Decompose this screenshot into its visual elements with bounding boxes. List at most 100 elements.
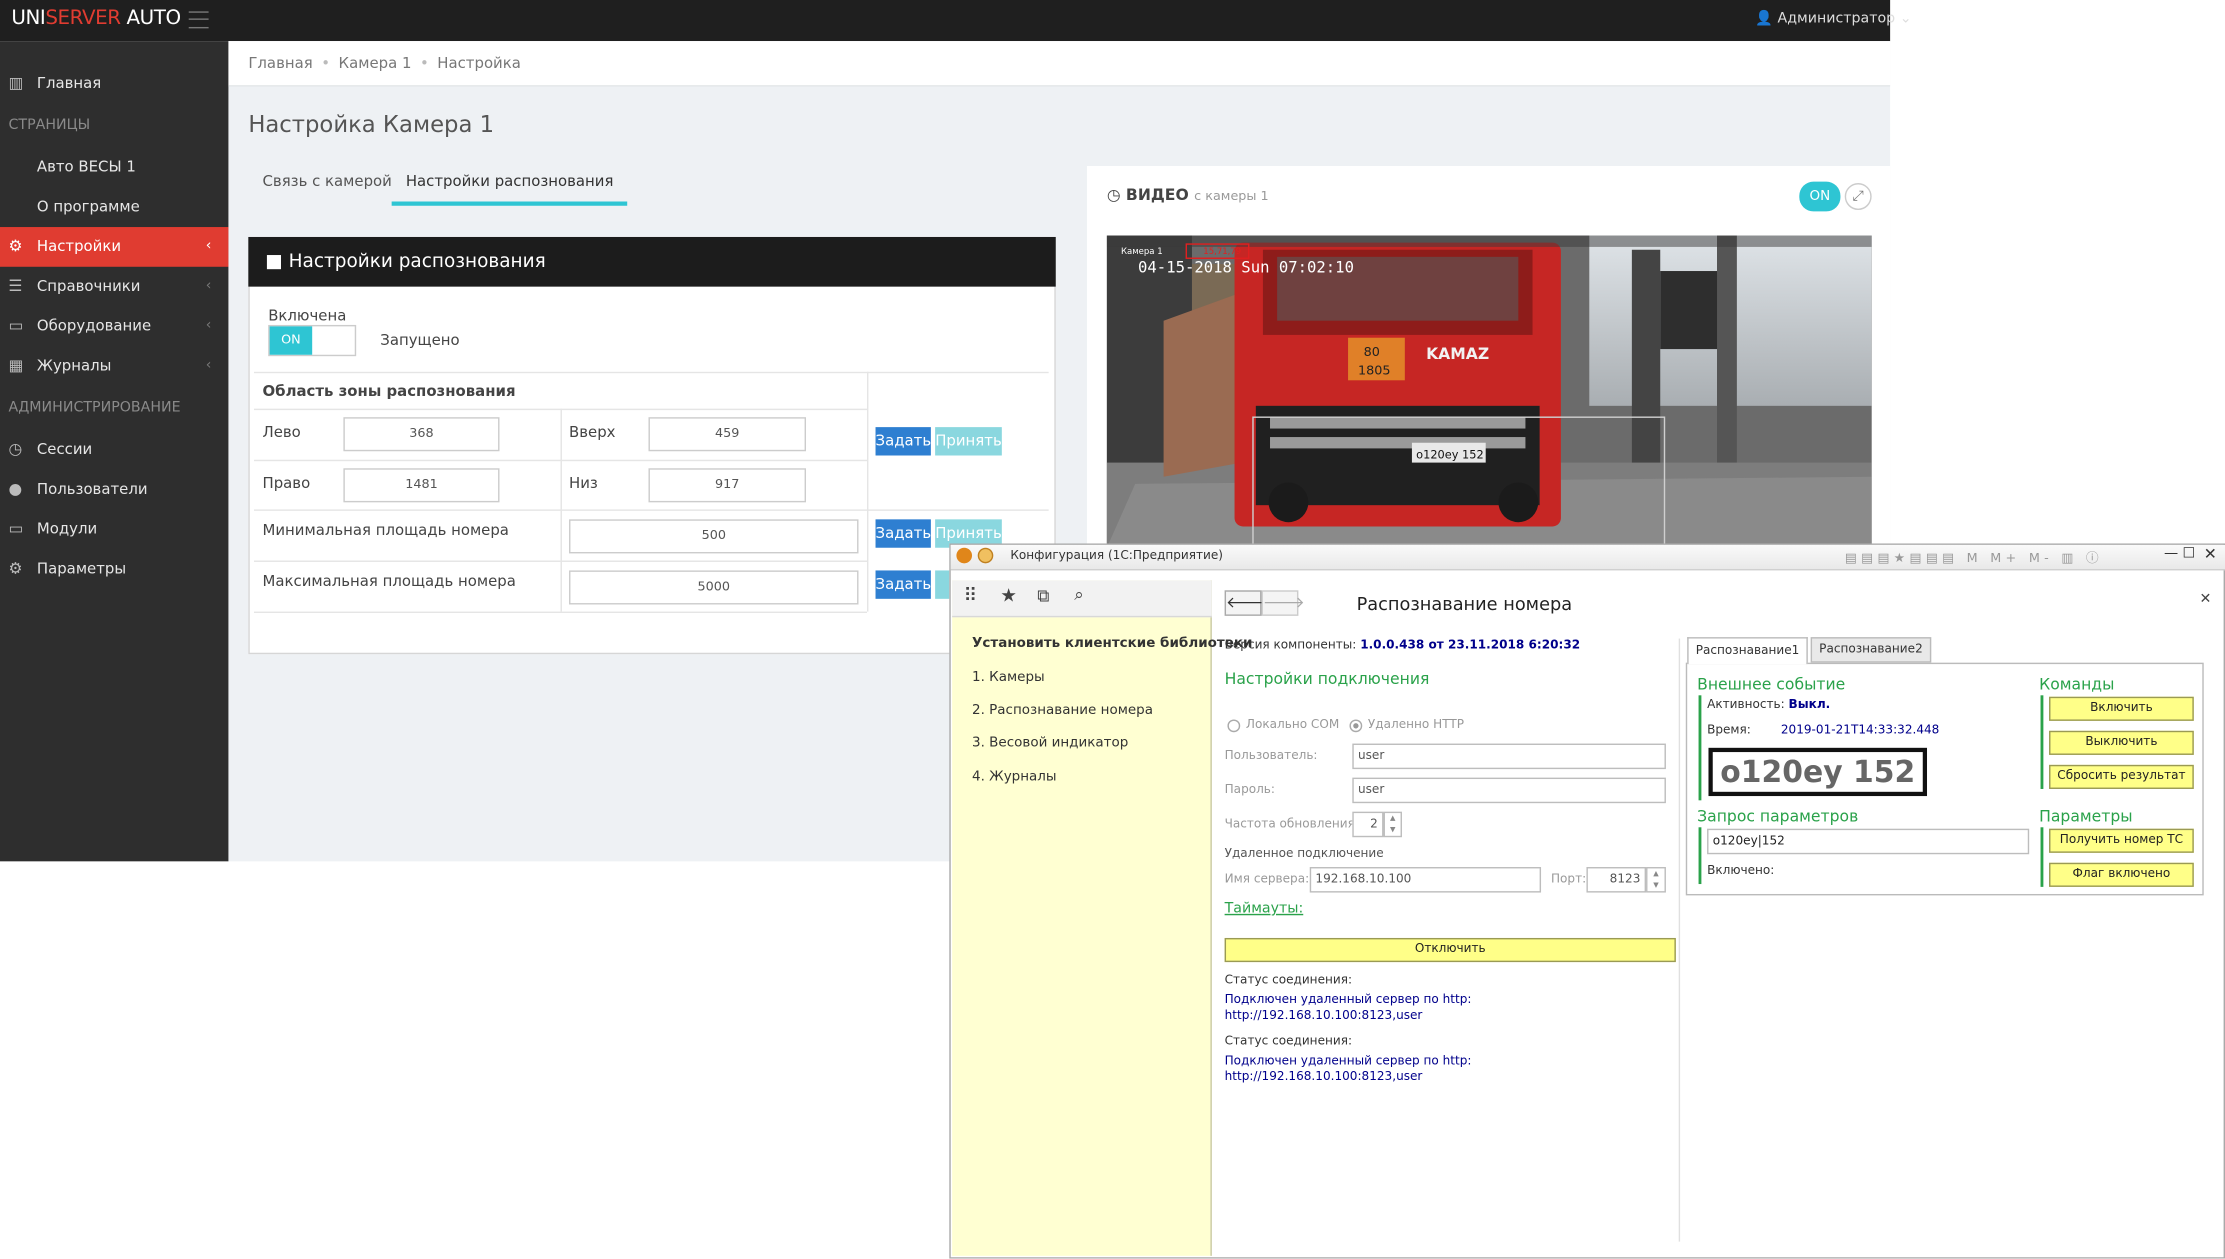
group-bar [1698,695,1702,801]
frequency-label: Частота обновления: [1224,817,1359,832]
status-line-2a: Подключен удаленный сервер по http: [1224,1054,1472,1069]
back-arrow-icon[interactable]: 🡐 [1224,590,1268,616]
divider [254,459,868,462]
maximize-icon[interactable]: ☐ [2182,546,2195,562]
right-label: Право [262,475,311,493]
video-camera-icon: ■ [265,251,283,273]
sidebar-item-settings[interactable]: ⚙ Настройки ‹ [0,227,229,267]
onec-window-title: Конфигурация (1С:Предприятие) [1010,549,1223,564]
set-max-button[interactable]: Задать [875,570,931,599]
close-form-icon[interactable]: ✕ [2199,592,2211,608]
sidebar-item-parameters[interactable]: ⚙ Параметры [0,549,228,589]
user-field[interactable]: user [1352,743,1666,770]
min-area-label: Минимальная площадь номера [262,522,509,540]
top-label: Вверх [569,424,616,442]
disconnect-button[interactable]: Отключить [1224,937,1676,963]
frequency-field[interactable]: 2 [1352,811,1384,838]
breadcrumb: Главная • Камера 1 • Настройка [248,55,521,73]
server-label: Имя сервера: [1224,872,1310,887]
apply-max-button[interactable] [935,570,950,599]
user-menu[interactable]: 👤 Администратор ⌄ [1755,11,1911,27]
port-spinner-icon[interactable]: ▲ ▼ [1646,867,1666,893]
frequency-spinner-icon[interactable]: ▲ ▼ [1383,811,1402,838]
nav-install-libs[interactable]: Установить клиентские библиотеки [972,636,1252,652]
local-com-radio[interactable] [1227,719,1241,733]
local-com-label: Локально COM [1245,718,1340,733]
sidebar-item-equipment[interactable]: ▭ Оборудование ‹ [0,307,228,347]
nav-journals[interactable]: 4. Журналы [972,769,1057,785]
time-label: Время: [1707,723,1751,738]
left-input[interactable]: 368 [343,417,500,452]
sidebar-item-modules[interactable]: ▭ Модули [0,509,228,549]
set-min-button[interactable]: Задать [875,519,931,548]
status-label-2: Статус соединения: [1224,1034,1353,1049]
set-zone-button[interactable]: Задать [875,427,931,456]
minimize-icon[interactable]: — [2164,546,2178,562]
min-area-input[interactable]: 500 [569,519,859,554]
tab-recognition-settings[interactable]: Настройки распознования [391,167,628,206]
password-field[interactable]: user [1352,777,1666,804]
menu-toggle-icon[interactable] [188,11,209,29]
sidebar-item-sessions[interactable]: ◷ Сессии [0,430,228,470]
gear-icon: ⚙ [8,236,23,256]
right-input[interactable]: 1481 [343,468,500,503]
remote-http-label: Удаленно HTTP [1367,718,1464,733]
params-request-field[interactable]: о120еу|152 [1707,828,2030,855]
divider [254,509,1049,511]
onec-toolbar-icons[interactable]: ▤▤▤★▤▤▤ M M+ M- ▥ ⓘ [1845,548,2103,566]
sidebar-header-admin: АДМИНИСТРИРОВАНИЕ [8,400,181,416]
flag-enabled-button[interactable]: Флаг включено [2049,862,2194,887]
bottom-input[interactable]: 917 [648,468,806,503]
tab-recognition2[interactable]: Распознавание2 [1810,637,1932,663]
nav-weight-indicator[interactable]: 3. Весовой индикатор [972,735,1128,751]
tab-camera-connection[interactable]: Связь с камерой [248,167,406,205]
hazard-number-top: 80 [1364,345,1380,360]
video-on-button[interactable]: ON [1799,181,1841,212]
favorites-star-icon[interactable]: ★ [1000,586,1017,607]
remote-conn-label: Удаленное подключение [1224,847,1384,862]
divider [254,371,1049,374]
apply-zone-button[interactable]: Принять [935,427,1002,456]
nav-cameras[interactable]: 1. Камеры [972,670,1045,686]
divider [867,371,869,612]
get-plate-button[interactable]: Получить номер ТС [2049,828,2194,853]
breadcrumb-camera[interactable]: Камера 1 [339,55,412,72]
sidebar-header-pages: СТРАНИЦЫ [8,117,91,134]
top-input[interactable]: 459 [648,417,806,452]
timeouts-link[interactable]: Таймауты: [1225,901,1304,917]
enabled-label: Включена [268,307,347,325]
menu-icon[interactable] [977,547,994,564]
close-window-icon[interactable]: ✕ [2204,545,2217,563]
tab-recognition1[interactable]: Распознавание1 [1687,637,1808,665]
search-icon[interactable]: ⌕ [1074,585,1084,606]
nav-plate-recognition[interactable]: 2. Распознавание номера [972,702,1153,718]
sidebar-item-home[interactable]: ▥ Главная [0,64,228,104]
truck-plate: о120еу 152 [1416,447,1484,461]
forward-arrow-icon[interactable]: 🡒 [1261,590,1305,616]
expand-icon[interactable]: ⤢ [1844,183,1872,211]
module-icon: ▭ [8,519,24,538]
app-logo[interactable]: UNISERVER AUTO [11,7,181,30]
enable-button[interactable]: Включить [2049,696,2194,721]
params-request-heading: Запрос параметров [1697,807,1859,826]
breadcrumb-home[interactable]: Главная [248,55,312,72]
sidebar-item-auto-scales[interactable]: Авто ВЕСЫ 1 [0,148,228,188]
port-field[interactable]: 8123 [1586,867,1647,893]
history-icon[interactable]: ⧉ [1037,586,1049,607]
sidebar-item-users[interactable]: ● Пользователи [0,470,228,510]
user-icon: ● [8,479,23,499]
database-icon: ☰ [8,276,23,296]
max-area-input[interactable]: 5000 [569,570,859,605]
reset-result-button[interactable]: Сбросить результат [2049,764,2194,789]
recognition-tag: 15,71,79 [1203,247,1241,257]
chevron-down-icon: ⌄ [1899,11,1912,27]
server-field[interactable]: 192.168.10.100 [1309,867,1542,893]
sidebar-item-about[interactable]: О программе [0,187,228,227]
remote-http-radio[interactable] [1349,719,1363,733]
sidebar-item-directories[interactable]: ☰ Справочники ‹ [0,267,228,307]
user-label: Пользователь: [1224,749,1318,764]
apps-grid-icon[interactable]: ⠿ [964,586,978,607]
group-bar [2040,827,2044,887]
sidebar-item-journals[interactable]: ▦ Журналы ‹ [0,346,228,386]
disable-button[interactable]: Выключить [2049,730,2194,755]
